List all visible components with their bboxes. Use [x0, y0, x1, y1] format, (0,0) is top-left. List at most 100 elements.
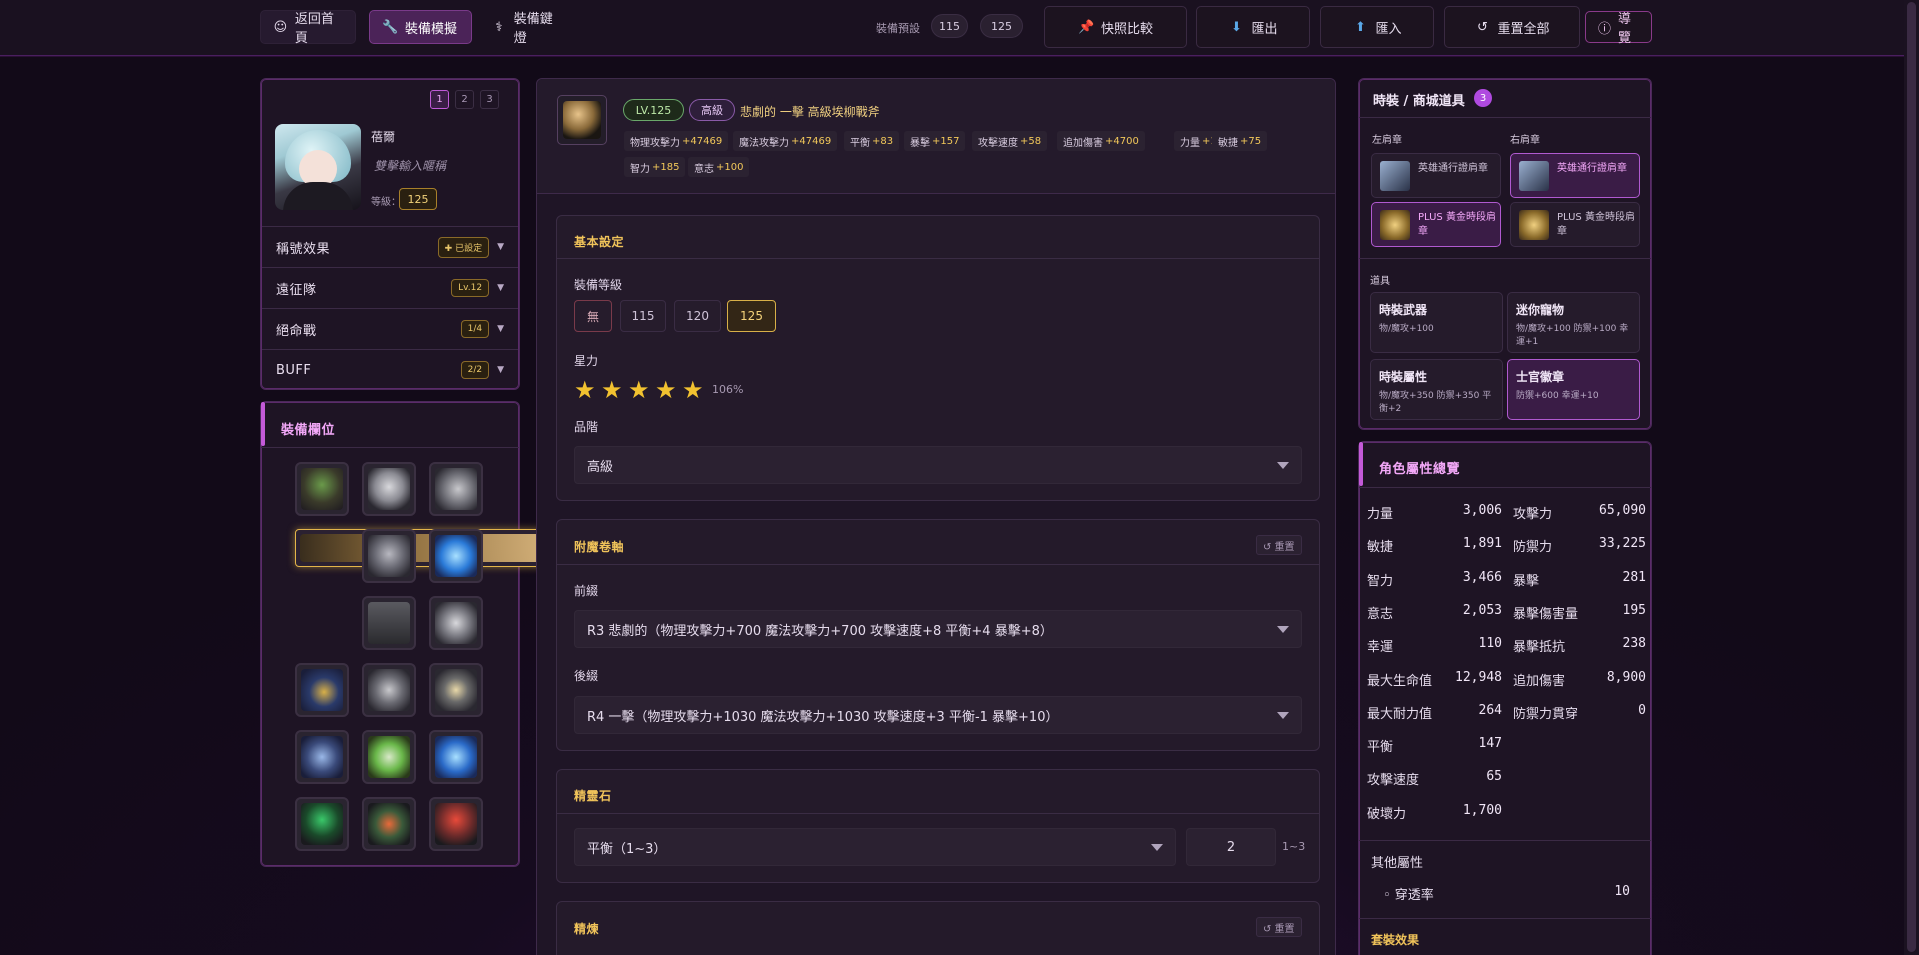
level-tag: LV.125 [623, 99, 684, 121]
star-icon[interactable]: ★ [682, 376, 704, 404]
stat-value: 264 [1478, 702, 1502, 718]
item-desc: 防禦+600 幸運+10 [1516, 391, 1599, 401]
reset-all-button[interactable]: ↺ 重置全部 [1444, 6, 1580, 48]
slot-gem[interactable] [429, 529, 483, 583]
level-input[interactable]: 125 [399, 188, 437, 210]
star-icon[interactable]: ★ [574, 376, 596, 404]
compare-button[interactable]: 📌 快照比較 [1044, 6, 1187, 48]
slot-necklace[interactable] [295, 462, 349, 516]
page-scrollbar[interactable] [1904, 0, 1919, 955]
prefix-select[interactable]: R3 悲劇的（物理攻擊力+700 魔法攻擊力+700 攻擊速度+8 平衡+4 暴… [574, 610, 1302, 648]
slot-belt[interactable] [295, 663, 349, 717]
stat-key: 攻擊速度 [978, 137, 1018, 149]
chevron-down-icon: ▼ [497, 242, 504, 252]
enchant-reset-button[interactable]: ↺ 重置 [1256, 535, 1302, 555]
card-title: 附魔卷軸 [574, 540, 625, 554]
star-icon[interactable]: ★ [628, 376, 650, 404]
shoulder-item[interactable]: PLUS 黃金時段肩章 [1510, 202, 1640, 247]
page-2-button[interactable]: 2 [455, 90, 474, 109]
stat-value: 281 [1622, 569, 1646, 585]
chevron-down-icon [1277, 626, 1289, 633]
item-name: 迷你寵物 [1516, 303, 1565, 317]
shoulder-item[interactable]: PLUS 黃金時段肩章 [1371, 202, 1501, 247]
level-115-button[interactable]: 115 [620, 300, 666, 332]
import-label: 匯入 [1375, 21, 1402, 37]
preset-115[interactable]: 115 [931, 14, 968, 38]
stat-value: +100 [716, 161, 744, 173]
accordion-title: BUFF [276, 362, 312, 378]
preset-125[interactable]: 125 [980, 14, 1023, 38]
grade-select[interactable]: 高級 [574, 446, 1302, 484]
count-badge: 3 [1474, 89, 1492, 107]
prop-item[interactable]: 迷你寵物 物/魔攻+100 防禦+100 幸運+1 [1507, 292, 1640, 353]
accordion-final-battle[interactable]: 絕命戰 1/4 ▼ [262, 308, 518, 349]
stat-value: 65 [1486, 769, 1502, 785]
slot-shield[interactable] [429, 663, 483, 717]
spirit-select[interactable]: 平衡（1~3） [574, 828, 1176, 866]
import-button[interactable]: ⬆ 匯入 [1320, 6, 1434, 48]
divider [1359, 918, 1651, 919]
prop-item[interactable]: 士官徽章 防禦+600 幸運+10 [1507, 359, 1640, 420]
chevron-down-icon [1277, 462, 1289, 469]
slot-ring-1[interactable] [295, 730, 349, 784]
level-120-button[interactable]: 120 [674, 300, 721, 332]
reset-all-label: 重置全部 [1497, 21, 1550, 37]
page-3-button[interactable]: 3 [480, 90, 499, 109]
slot-shoulder[interactable] [362, 596, 416, 650]
character-name: 蓓爾 [371, 130, 396, 144]
level-none-button[interactable]: 無 [574, 300, 612, 332]
slot-helmet[interactable] [362, 462, 416, 516]
grade-label: 品階 [574, 420, 599, 434]
export-button[interactable]: ⬇ 匯出 [1196, 6, 1310, 48]
slot-bracelet-3[interactable] [429, 797, 483, 851]
prop-item[interactable]: 時裝武器 物/魔攻+100 [1370, 292, 1503, 353]
slot-bracelet-2[interactable] [362, 797, 416, 851]
slots-title: 裝備欄位 [281, 423, 336, 438]
accordion-title: 遠征隊 [276, 282, 317, 298]
slot-gloves[interactable] [429, 596, 483, 650]
star-icon[interactable]: ★ [601, 376, 623, 404]
download-icon: ⬇ [1231, 19, 1242, 35]
status-badge: Lv.12 [451, 279, 490, 297]
stat-key: 攻擊速度 [1367, 773, 1420, 789]
avatar[interactable] [275, 124, 361, 210]
shoulder-item[interactable]: 英雄通行證肩章 [1510, 153, 1640, 198]
hotkey-tab[interactable]: ⚕ 裝備鍵燈 [478, 10, 578, 46]
guide-button[interactable]: ⓘ 導覽 [1585, 11, 1652, 46]
stat-key: 平衡 [1367, 740, 1394, 756]
stat-value: 12,948 [1455, 669, 1502, 685]
slot-pet[interactable] [362, 730, 416, 784]
nickname-field[interactable]: 雙擊輸入暱稱 [374, 157, 446, 174]
equip-level-label: 裝備等級 [574, 278, 623, 292]
accordion-buff[interactable]: BUFF 2/2 ▼ [262, 349, 518, 390]
hotkey-label: 裝備鍵燈 [513, 12, 553, 46]
item-desc: 物/魔攻+350 防禦+350 平衡+2 [1379, 391, 1492, 414]
stat-key: 意志 [1367, 606, 1394, 622]
stat-key: 追加傷害 [1063, 137, 1103, 149]
weapon-stat-chip: 敏捷 +75 [1212, 131, 1268, 151]
shoulder-item[interactable]: 英雄通行證肩章 [1371, 153, 1501, 198]
scrollbar-thumb[interactable] [1907, 2, 1916, 952]
slot-leggings[interactable] [362, 663, 416, 717]
suffix-select[interactable]: R4 一擊（物理攻擊力+1030 魔法攻擊力+1030 攻擊速度+3 平衡-1 … [574, 696, 1302, 734]
simulate-tab[interactable]: 🔧 裝備模擬 [369, 10, 472, 44]
page-1-button[interactable]: 1 [430, 90, 449, 109]
grade-tag: 高級 [689, 99, 735, 121]
accordion-expedition[interactable]: 遠征隊 Lv.12 ▼ [262, 267, 518, 308]
stat-key: 智力 [630, 163, 650, 175]
stat-key: 破壞力 [1367, 806, 1407, 822]
slot-earring[interactable] [429, 462, 483, 516]
refine-reset-button[interactable]: ↺ 重置 [1256, 917, 1302, 937]
slot-bracelet-1[interactable] [295, 797, 349, 851]
prop-item[interactable]: 時裝屬性 物/魔攻+350 防禦+350 平衡+2 [1370, 359, 1503, 420]
section-accent [1359, 442, 1363, 486]
left-shoulder-label: 左肩章 [1372, 135, 1402, 146]
weapon-icon [557, 95, 607, 145]
slot-armor[interactable] [362, 529, 416, 583]
accordion-title-effect[interactable]: 稱號效果 ✚ 已設定 ▼ [262, 226, 518, 267]
slot-ring-2[interactable] [429, 730, 483, 784]
spirit-value-input[interactable]: 2 [1186, 828, 1276, 866]
star-icon[interactable]: ★ [655, 376, 677, 404]
level-125-button[interactable]: 125 [727, 300, 776, 332]
home-button[interactable]: ☺ 返回首頁 [260, 10, 356, 46]
